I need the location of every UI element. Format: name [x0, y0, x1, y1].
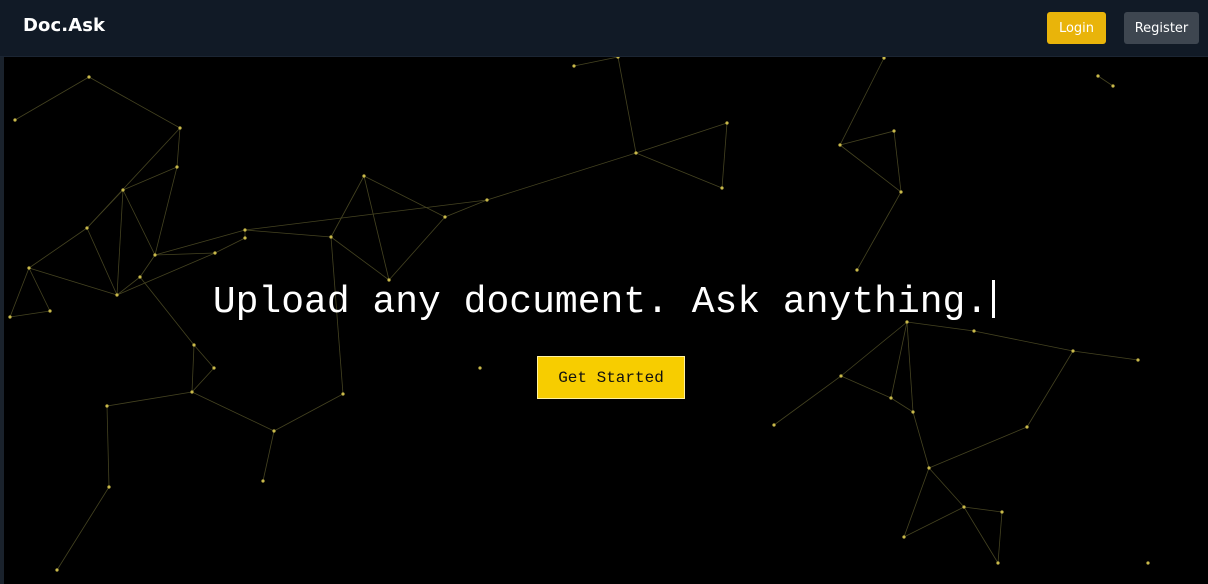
brand-logo[interactable]: Doc.Ask: [23, 15, 105, 36]
login-button[interactable]: Login: [1047, 12, 1106, 44]
navbar: Doc.Ask Login Register: [0, 0, 1208, 57]
hero-headline: Upload any document. Ask anything.: [0, 280, 1208, 325]
get-started-button[interactable]: Get Started: [537, 356, 685, 399]
nav-actions: Login Register: [1047, 12, 1199, 44]
register-button[interactable]: Register: [1124, 12, 1199, 44]
hero-section: Upload any document. Ask anything. Get S…: [0, 57, 1208, 584]
typing-cursor: [992, 280, 996, 318]
hero-headline-text: Upload any document. Ask anything.: [212, 281, 989, 324]
